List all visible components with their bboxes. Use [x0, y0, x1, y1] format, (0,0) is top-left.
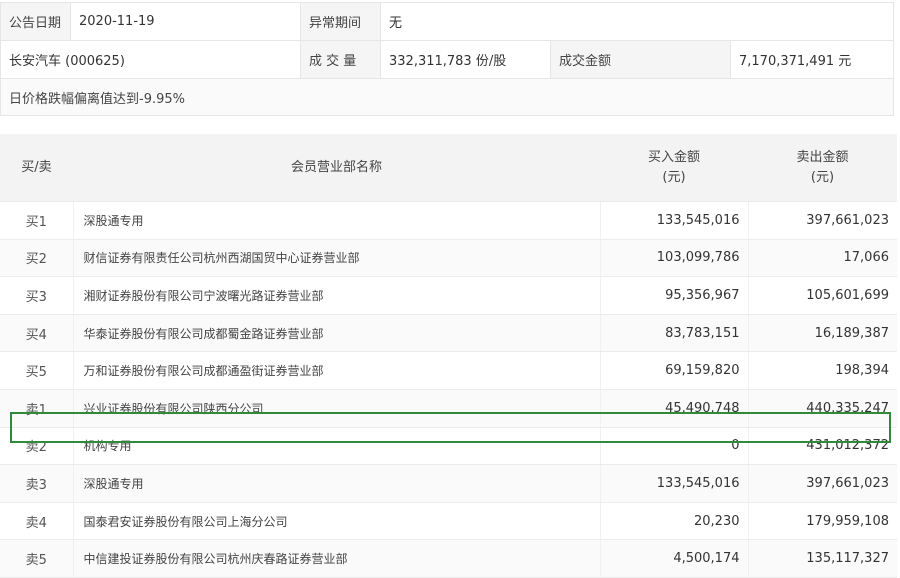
row-sell: 397,661,023 [747, 464, 897, 503]
row-buy: 103,099,786 [599, 239, 748, 278]
amount-value: 7,170,371,491 元 [729, 40, 895, 79]
summary-row-stock: 长安汽车 (000625) 成 交 量 332,311,783 份/股 成交金额… [0, 40, 895, 79]
row-type: 卖4 [0, 502, 73, 541]
date-value: 2020-11-19 [70, 2, 301, 41]
row-buy: 83,783,151 [599, 314, 748, 353]
row-buy: 69,159,820 [599, 351, 748, 390]
table-row: 卖1 兴业证券股份有限公司陕西分公司 45,490,748 440,335,24… [0, 389, 897, 428]
date-label: 公告日期 [0, 2, 71, 41]
row-name: 财信证券有限责任公司杭州西湖国贸中心证券营业部 [72, 239, 600, 278]
row-name: 机构专用 [72, 427, 600, 466]
row-buy: 95,356,967 [599, 276, 748, 315]
header-sell-text: 卖出金额 (元) [796, 149, 849, 185]
volume-label: 成 交 量 [300, 40, 381, 79]
row-name: 深股通专用 [72, 201, 600, 240]
table-row: 买2 财信证券有限责任公司杭州西湖国贸中心证券营业部 103,099,786 1… [0, 239, 897, 278]
row-sell: 135,117,327 [747, 539, 897, 578]
header-sell: 卖出金额 (元) [748, 134, 897, 202]
row-type: 买3 [0, 276, 73, 315]
row-type: 买1 [0, 201, 73, 240]
row-name: 中信建投证券股份有限公司杭州庆春路证券营业部 [72, 539, 600, 578]
row-name: 万和证券股份有限公司成都通盈街证券营业部 [72, 351, 600, 390]
volume-value: 332,311,783 份/股 [380, 40, 551, 79]
page: 公告日期 2020-11-19 异常期间 无 长安汽车 (000625) 成 交… [0, 0, 900, 578]
table-row: 买5 万和证券股份有限公司成都通盈街证券营业部 69,159,820 198,3… [0, 351, 897, 390]
summary-row-reason: 日价格跌幅偏离值达到-9.95% [0, 78, 895, 116]
table-row: 买3 湘财证券股份有限公司宁波曙光路证券营业部 95,356,967 105,6… [0, 276, 897, 315]
table-row: 买1 深股通专用 133,545,016 397,661,023 [0, 201, 897, 240]
row-buy: 133,545,016 [599, 464, 748, 503]
table-row: 买4 华泰证券股份有限公司成都蜀金路证券营业部 83,783,151 16,18… [0, 314, 897, 353]
table-row-highlighted: 卖2 机构专用 0 431,012,372 [0, 427, 897, 466]
row-buy: 45,490,748 [599, 389, 748, 428]
row-sell: 440,335,247 [747, 389, 897, 428]
row-sell: 179,959,108 [747, 502, 897, 541]
row-sell: 16,189,387 [747, 314, 897, 353]
row-type: 卖2 [0, 427, 73, 466]
summary-row-date: 公告日期 2020-11-19 异常期间 无 [0, 2, 895, 41]
table-row: 卖3 深股通专用 133,545,016 397,661,023 [0, 464, 897, 503]
header-name: 会员营业部名称 [73, 134, 600, 202]
row-type: 卖3 [0, 464, 73, 503]
row-sell: 17,066 [747, 239, 897, 278]
row-name: 湘财证券股份有限公司宁波曙光路证券营业部 [72, 276, 600, 315]
trading-table: 买/卖 会员营业部名称 买入金额 (元) 卖出金额 (元) 买1 深股通专用 133… [0, 134, 897, 578]
row-buy: 133,545,016 [599, 201, 748, 240]
row-type: 买2 [0, 239, 73, 278]
row-type: 卖1 [0, 389, 73, 428]
header-buy-text: 买入金额 (元) [647, 149, 700, 185]
row-type: 卖5 [0, 539, 73, 578]
row-buy: 20,230 [599, 502, 748, 541]
row-sell: 397,661,023 [747, 201, 897, 240]
row-sell: 431,012,372 [747, 427, 897, 466]
row-name: 华泰证券股份有限公司成都蜀金路证券营业部 [72, 314, 600, 353]
reason-text: 日价格跌幅偏离值达到-9.95% [0, 78, 895, 116]
table-row: 卖4 国泰君安证券股份有限公司上海分公司 20,230 179,959,108 [0, 502, 897, 541]
table-row: 卖5 中信建投证券股份有限公司杭州庆春路证券营业部 4,500,174 135,… [0, 539, 897, 578]
header-buy: 买入金额 (元) [600, 134, 748, 202]
amount-label: 成交金额 [550, 40, 731, 79]
row-buy: 4,500,174 [599, 539, 748, 578]
summary-table: 公告日期 2020-11-19 异常期间 无 长安汽车 (000625) 成 交… [0, 2, 895, 116]
row-type: 买4 [0, 314, 73, 353]
table-header-row: 买/卖 会员营业部名称 买入金额 (元) 卖出金额 (元) [0, 134, 897, 202]
row-name: 兴业证券股份有限公司陕西分公司 [72, 389, 600, 428]
row-name: 国泰君安证券股份有限公司上海分公司 [72, 502, 600, 541]
row-buy: 0 [599, 427, 748, 466]
row-sell: 105,601,699 [747, 276, 897, 315]
row-sell: 198,394 [747, 351, 897, 390]
row-name: 深股通专用 [72, 464, 600, 503]
period-label: 异常期间 [300, 2, 381, 41]
row-type: 买5 [0, 351, 73, 390]
period-value: 无 [379, 2, 895, 41]
header-type: 买/卖 [0, 134, 73, 202]
stock-name: 长安汽车 (000625) [0, 40, 301, 79]
